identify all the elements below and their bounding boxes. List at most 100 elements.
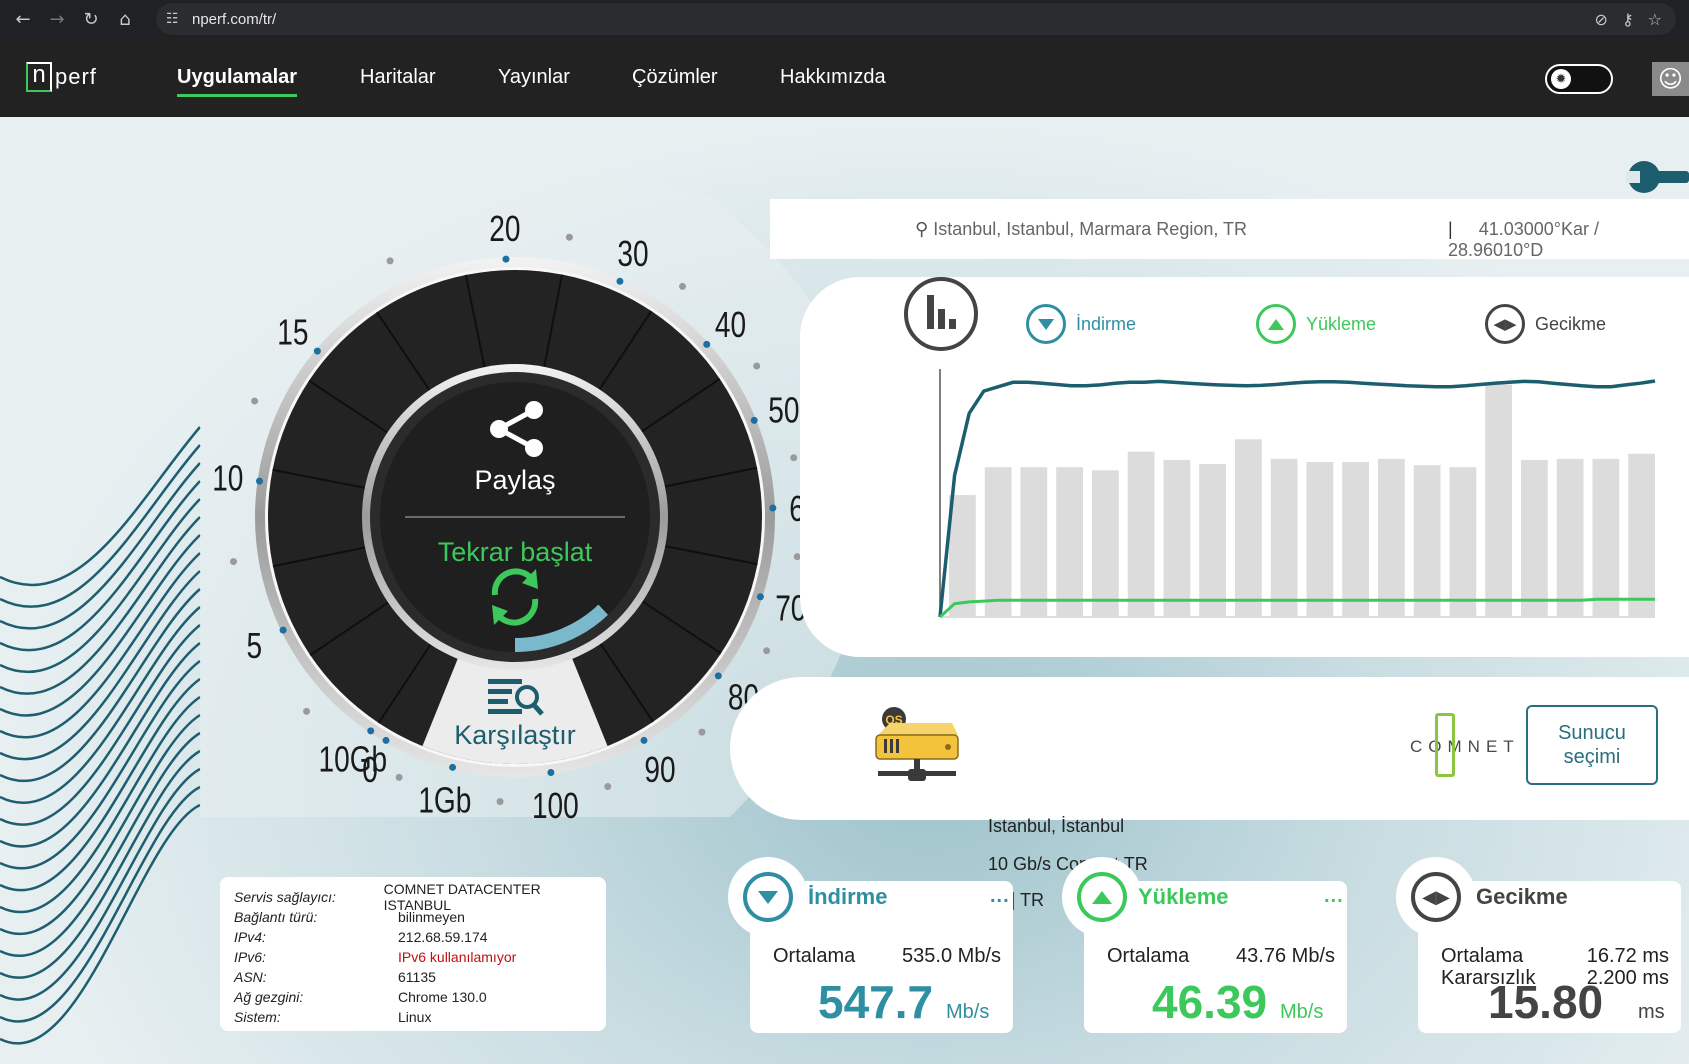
gauge-tick <box>367 727 375 735</box>
gauge-tick <box>279 626 287 634</box>
chart-panel: İndirme Yükleme ◀▶ Gecikme <box>800 277 1689 657</box>
info-row-ipv6: IPv6: IPv6 kullanılamıyor <box>234 949 517 965</box>
latency-avg-label: Ortalama <box>1441 945 1524 967</box>
download-title: İndirme <box>808 884 888 909</box>
download-more-button[interactable]: ... <box>990 885 1010 908</box>
latency-value: 15.80 <box>1488 976 1604 1028</box>
share-label[interactable]: Paylaş <box>474 465 555 495</box>
chart-bar <box>1056 467 1083 617</box>
gauge-tick <box>547 768 555 776</box>
chart-bar <box>1199 464 1226 617</box>
upload-more-button[interactable]: ... <box>1324 885 1344 908</box>
gauge-dot <box>790 454 798 462</box>
download-unit: Mb/s <box>946 1001 990 1023</box>
chart-bar <box>984 467 1012 617</box>
reload-icon[interactable]: ↻ <box>74 2 108 36</box>
connection-info-panel: Servis sağlayıcı: COMNET DATACENTER ISTAN… <box>220 877 606 1031</box>
info-row-system: Sistem: Linux <box>234 1009 432 1025</box>
bookmark-star-icon[interactable]: ☆ <box>1648 10 1662 29</box>
nperf-logo[interactable]: n perf <box>26 60 97 94</box>
url-text[interactable]: nperf.com/tr/ <box>192 11 276 28</box>
upload-result-card: Yükleme ... Ortalama 43.76 Mb/s 46.39 Mb… <box>1062 857 1347 1033</box>
upload-arrow-icon <box>1077 872 1127 922</box>
user-account-icon[interactable]: ☺ <box>1652 62 1689 96</box>
chart-bar <box>1235 439 1262 617</box>
info-row-asn: ASN: 61135 <box>234 969 436 985</box>
gauge-tick <box>769 504 777 512</box>
download-avg-value: 535.0 Mb/s <box>902 945 1001 967</box>
gauge-scale-label: 10Gb <box>319 739 388 779</box>
chart-bar <box>1378 458 1405 617</box>
gauge-dot <box>386 257 394 265</box>
chart-bar <box>1127 451 1155 617</box>
address-bar[interactable]: ☷ nperf.com/tr/ ⊘ ⚷ ☆ <box>156 3 1676 35</box>
server-select-button[interactable]: Sunucu seçimi <box>1526 705 1658 785</box>
latency-result-card: ◀▶ Gecikme Ortalama 16.72 ms Kararsızlık… <box>1396 857 1681 1033</box>
upload-avg-value: 43.76 Mb/s <box>1236 945 1335 967</box>
key-icon[interactable]: ⚷ <box>1622 10 1634 29</box>
restart-label[interactable]: Tekrar başlat <box>438 537 593 567</box>
wrench-icon[interactable] <box>1626 159 1689 195</box>
upload-unit: Mb/s <box>1280 1001 1324 1023</box>
upload-value: 46.39 <box>1152 976 1268 1028</box>
upload-title: Yükleme <box>1138 884 1229 909</box>
gauge-scale-label: 100 <box>532 786 579 826</box>
info-row-browser: Ağ gezgini: Chrome 130.0 <box>234 989 487 1005</box>
site-info-icon[interactable]: ☷ <box>166 11 192 27</box>
chart-bar <box>1092 470 1119 617</box>
gauge-scale-label: 90 <box>644 750 675 790</box>
coordinates: | 41.03000°Kar / 28.96010°D <box>1448 219 1599 260</box>
gauge-dot <box>395 773 403 781</box>
back-icon[interactable]: ← <box>6 2 40 36</box>
comnet-logo: COMNET <box>1410 713 1514 777</box>
location-text: ⚲ Istanbul, Istanbul, Marmara Region, TR <box>915 219 1248 240</box>
site-header: n perf Uygulamalar Haritalar Yayınlar Çö… <box>0 38 1689 117</box>
eye-off-icon[interactable]: ⊘ <box>1595 10 1608 29</box>
info-row-isp: Servis sağlayıcı: COMNET DATACENTER ISTAN… <box>234 881 541 913</box>
gauge-tick <box>714 672 722 680</box>
gauge-tick <box>256 477 264 485</box>
gauge-scale-label: 30 <box>617 234 648 274</box>
gauge-dot <box>496 798 504 806</box>
menu-item-hakkimizda[interactable]: Hakkımızda <box>780 66 886 89</box>
location-bar: ⚲ Istanbul, Istanbul, Marmara Region, TR… <box>770 199 1689 260</box>
gauge-tick <box>756 593 764 601</box>
home-icon[interactable]: ⌂ <box>108 2 142 36</box>
gauge-scale-label: 20 <box>489 209 520 249</box>
download-value: 547.7 <box>818 976 934 1028</box>
upload-avg-label: Ortalama <box>1107 945 1190 967</box>
menu-item-uygulamalar[interactable]: Uygulamalar <box>177 66 298 97</box>
gauge-scale-label: 15 <box>277 312 308 352</box>
chart-bar <box>1020 467 1048 617</box>
gauge-dot <box>565 233 573 241</box>
gauge-dot <box>698 728 706 736</box>
menu-item-cozumler[interactable]: Çözümler <box>632 66 718 89</box>
latency-unit: ms <box>1638 1001 1665 1023</box>
chart-bar <box>1628 453 1655 617</box>
server-panel: OS Istanbul, İstanbul 10 Gb/s Comnet TR … <box>730 677 1689 910</box>
gauge-tick <box>449 763 457 771</box>
chart-bar <box>1485 384 1512 617</box>
chart-bar <box>1556 458 1584 617</box>
gauge-tick <box>313 347 321 355</box>
gauge-scale-label: 10 <box>212 458 243 498</box>
gauge-tick <box>703 340 711 348</box>
server-icon: OS <box>875 707 959 781</box>
download-avg-label: Ortalama <box>773 945 856 967</box>
download-arrow-icon <box>743 872 793 922</box>
gauge-tick <box>750 416 758 424</box>
info-row-ipv4: IPv4: 212.68.59.174 <box>234 929 488 945</box>
speed-chart <box>938 369 1656 619</box>
chart-bar <box>1270 458 1298 617</box>
forward-icon[interactable]: → <box>40 2 74 36</box>
browser-toolbar: ← → ↻ ⌂ ☷ nperf.com/tr/ ⊘ ⚷ ☆ <box>0 0 1689 38</box>
gauge-dot <box>604 782 612 790</box>
gauge-dot <box>763 647 771 655</box>
latency-title: Gecikme <box>1476 884 1568 909</box>
compare-label[interactable]: Karşılaştır <box>454 720 576 750</box>
menu-item-haritalar[interactable]: Haritalar <box>360 66 436 89</box>
gauge-scale-label: 5 <box>247 626 263 666</box>
menu-item-yayinlar[interactable]: Yayınlar <box>498 66 570 89</box>
theme-toggle[interactable]: ✹ <box>1545 64 1613 94</box>
gauge-dot <box>753 362 761 370</box>
